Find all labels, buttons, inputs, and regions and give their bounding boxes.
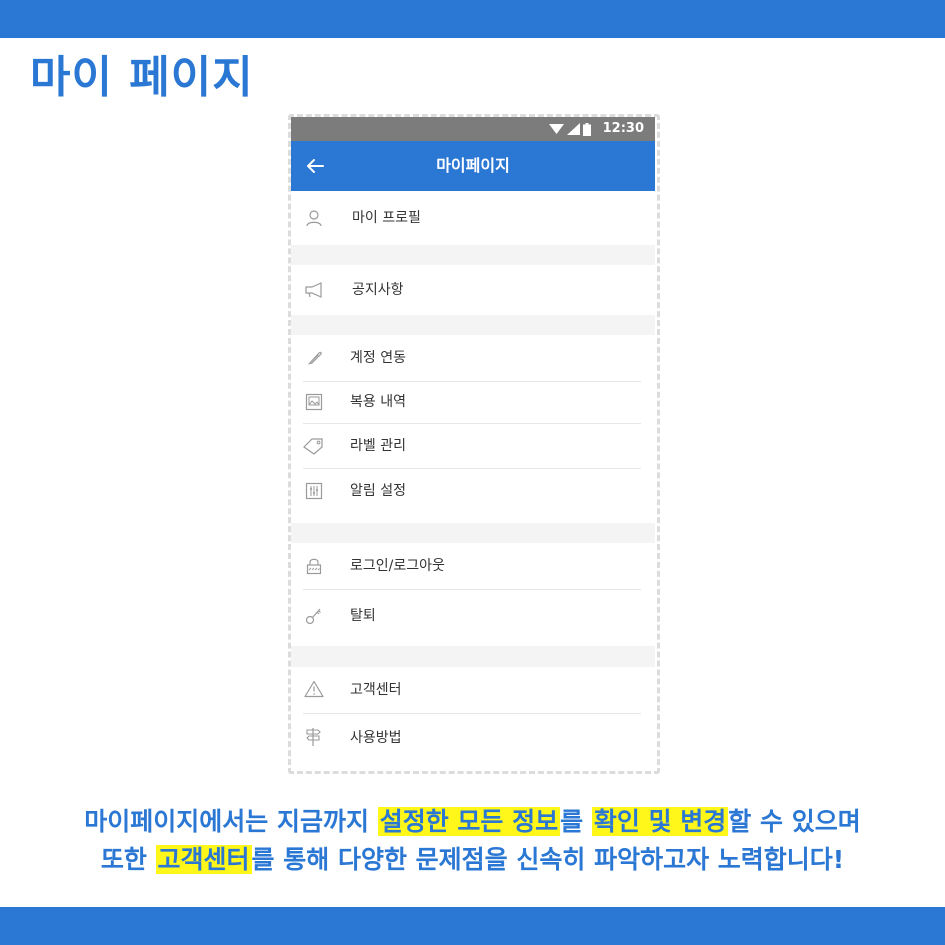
- menu-item-label-manage[interactable]: 라벨 관리: [291, 424, 655, 468]
- megaphone-icon: [303, 279, 325, 301]
- menu-item-label: 계정 연동: [350, 350, 406, 366]
- wifi-icon: [549, 124, 564, 134]
- menu-item-label: 고객센터: [350, 682, 402, 698]
- menu-item-label: 라벨 관리: [350, 438, 406, 454]
- key-icon: [303, 605, 325, 627]
- menu-item-label: 알림 설정: [350, 483, 406, 499]
- image-icon: [303, 391, 325, 413]
- menu-item-customer-center[interactable]: 고객센터: [291, 667, 655, 713]
- section-divider: [291, 646, 655, 667]
- section-divider: [291, 315, 655, 335]
- highlighted-text: 설정한 모든 정보: [377, 807, 561, 836]
- menu-item-withdraw[interactable]: 탈퇴: [291, 590, 655, 646]
- menu-item-restore-history[interactable]: 복용 내역: [291, 382, 655, 423]
- menu-item-notification-settings[interactable]: 알림 설정: [291, 469, 655, 523]
- warning-icon: [303, 678, 325, 700]
- bottom-banner: [0, 907, 945, 945]
- tag-icon: [301, 435, 327, 457]
- description-text: 를: [560, 807, 592, 836]
- menu-item-label: 탈퇴: [350, 608, 376, 624]
- menu-item-notice[interactable]: 공지사항: [291, 265, 655, 315]
- menu-item-label: 사용방법: [350, 730, 402, 746]
- section-divider: [291, 523, 655, 543]
- description-text: 또한: [100, 845, 156, 874]
- menu-item-login-logout[interactable]: 로그인/로그아웃: [291, 543, 655, 589]
- top-banner: [0, 0, 945, 38]
- description-line-1: 마이페이지에서는 지금까지 설정한 모든 정보를 확인 및 변경할 수 있으며: [0, 802, 945, 842]
- paperclip-icon: [303, 347, 325, 369]
- description-text: 마이페이지에서는 지금까지: [84, 807, 378, 836]
- sliders-icon: [303, 480, 325, 502]
- battery-icon: [583, 122, 591, 136]
- app-bar: 마이페이지: [291, 141, 655, 191]
- description-line-2: 또한 고객센터를 통해 다양한 문제점을 신속히 파악하고자 노력합니다!: [0, 840, 945, 880]
- menu-item-label: 공지사항: [352, 282, 404, 298]
- menu-item-label: 로그인/로그아웃: [350, 558, 445, 574]
- phone-screen: 12:30 마이페이지 마이 프로필 공지사항 계정 연동 복용 내역 라벨 관…: [291, 117, 655, 769]
- menu-item-label: 마이 프로필: [352, 210, 421, 226]
- signal-icon: [567, 123, 580, 135]
- lock-icon: [303, 555, 325, 577]
- status-bar: 12:30: [291, 117, 655, 141]
- section-divider: [291, 245, 655, 265]
- highlighted-text: 확인 및 변경: [591, 807, 729, 836]
- menu-item-label: 복용 내역: [350, 394, 406, 410]
- signpost-icon: [303, 726, 325, 748]
- highlighted-text: 고객센터: [155, 845, 252, 874]
- user-icon: [303, 207, 325, 229]
- description-text: 할 수 있으며: [728, 807, 861, 836]
- page-title: 마이 페이지: [30, 52, 254, 103]
- status-icons: [549, 121, 591, 137]
- app-bar-title: 마이페이지: [436, 156, 510, 175]
- menu-item-account-link[interactable]: 계정 연동: [291, 335, 655, 381]
- menu-item-how-to-use[interactable]: 사용방법: [291, 714, 655, 764]
- description-text: 를 통해 다양한 문제점을 신속히 파악하고자 노력합니다!: [251, 845, 845, 874]
- menu-item-profile[interactable]: 마이 프로필: [291, 191, 655, 245]
- status-time: 12:30: [602, 121, 644, 136]
